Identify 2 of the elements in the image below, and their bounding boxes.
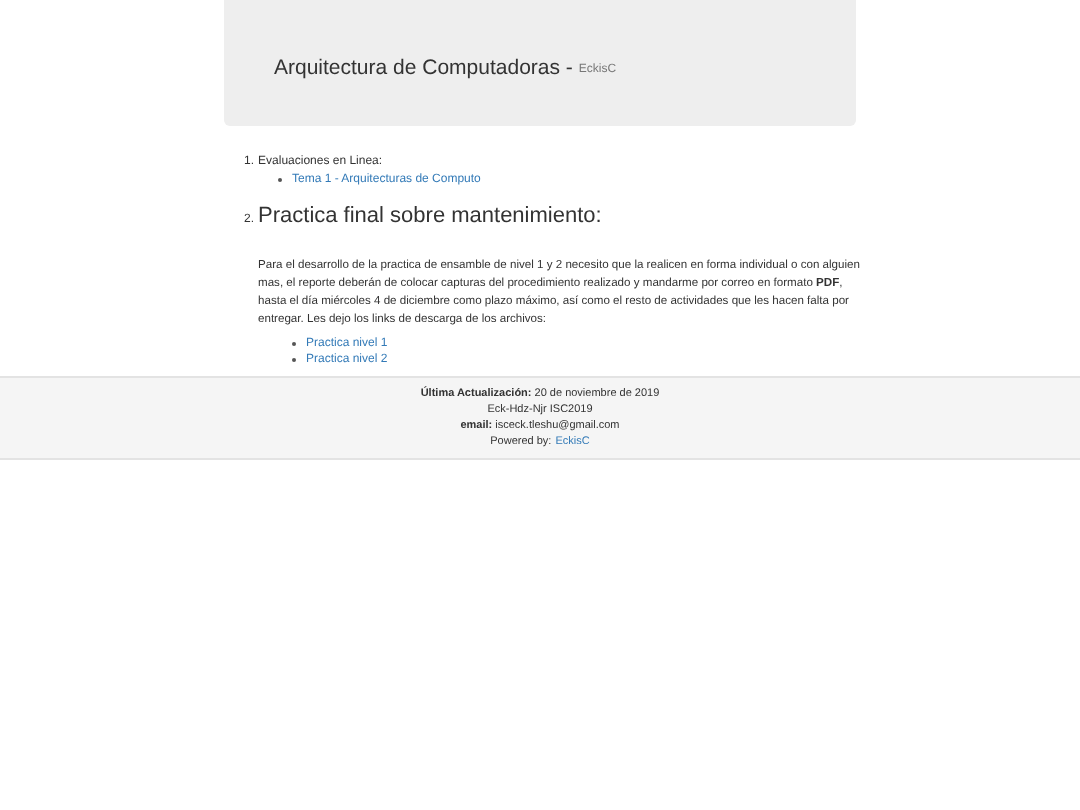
page-title: Arquitectura de Computadoras - [274, 53, 573, 84]
section-heading: Practica final sobre mantenimiento: [258, 202, 602, 232]
